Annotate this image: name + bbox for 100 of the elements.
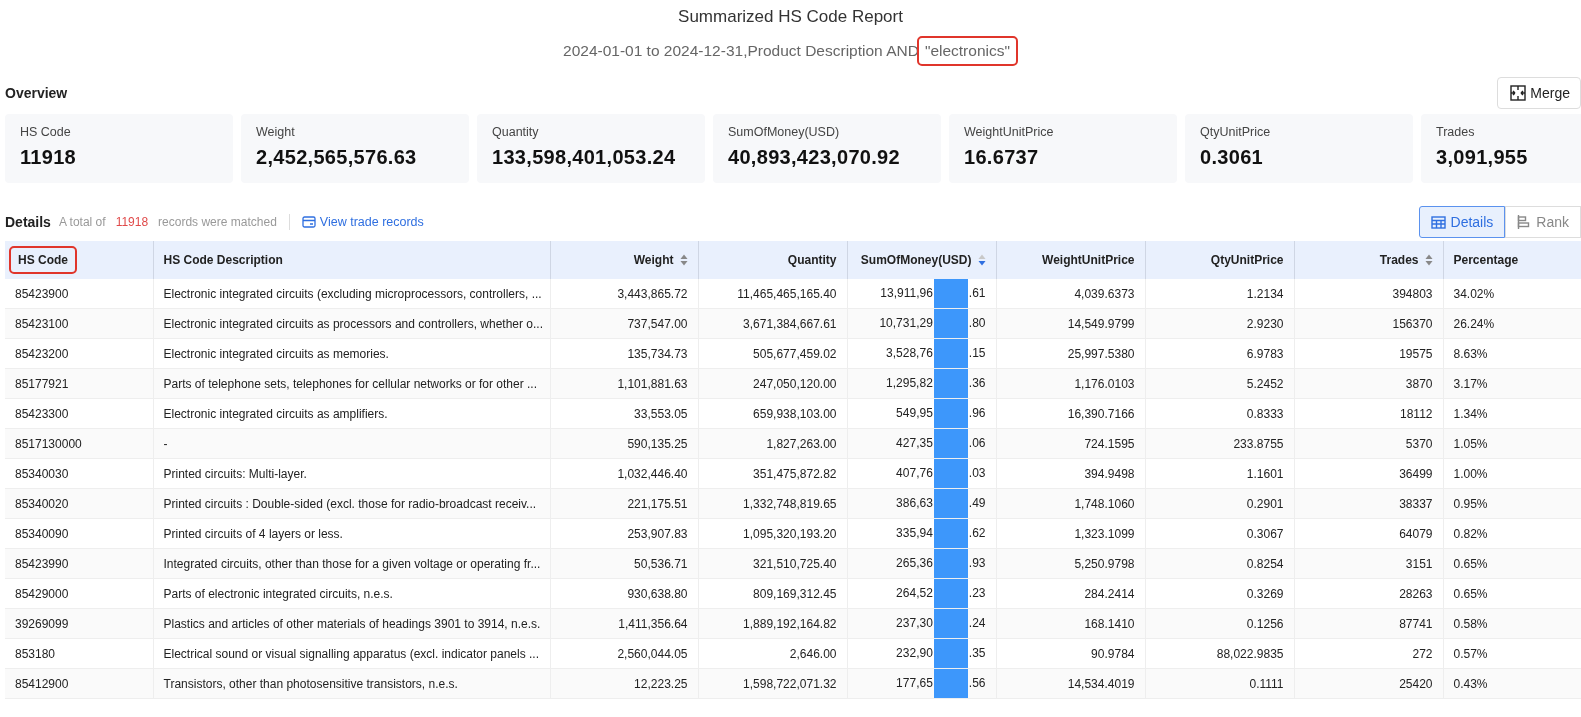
table-cell-text: .03 [968, 465, 986, 482]
stat-label: Weight [256, 125, 296, 139]
table-cell-text: .80 [968, 315, 986, 332]
table-cell: 28263 [1399, 586, 1433, 601]
table-cell-text: .06 [968, 435, 986, 452]
table-cell: 87741 [1399, 616, 1433, 631]
table-cell: 394803 [1392, 286, 1433, 301]
table-cell: 3,671,384,667.61 [743, 316, 837, 331]
table-cell: 0.8333 [1246, 406, 1284, 421]
record-count: 11918 [115, 215, 149, 229]
table-cell: 5370 [1405, 436, 1433, 451]
table-cell: 0.1111 [1249, 676, 1284, 691]
table-cell: 1,095,320,193.20 [743, 526, 837, 541]
table-cell-text: 265,36 [896, 555, 933, 572]
table-cell: Transistors, other than photosensitive transistors, n.e.s. [163, 676, 458, 691]
stat-label: Trades [1436, 125, 1476, 139]
table-cell: 659,938,103.00 [753, 406, 837, 421]
table-cell: 0.58% [1453, 616, 1488, 631]
table-cell-text: .61 [968, 285, 986, 302]
table-cell: 25420 [1399, 676, 1433, 691]
table-cell-text: 335,94 [896, 525, 933, 542]
table-cell: 0.57% [1453, 646, 1488, 661]
table-cell: Printed circuits of 4 layers or less. [163, 526, 343, 541]
table-cell: 1.2134 [1246, 286, 1284, 301]
table-cell-text: 1,295,82 [886, 375, 933, 392]
table-cell-text: .93 [968, 555, 986, 572]
table-cell: 930,638.80 [627, 586, 688, 601]
table-cell: 85177921 [15, 376, 69, 391]
table-cell: 19575 [1399, 346, 1433, 361]
merge-icon [1510, 85, 1527, 101]
table-cell: 590,135.25 [627, 436, 688, 451]
table-cell: 1.34% [1453, 406, 1488, 421]
table-cell: 6.9783 [1246, 346, 1284, 361]
table-cell: 85412900 [15, 676, 69, 691]
table-cell: 2,646.00 [789, 646, 837, 661]
column-header: QtyUnitPrice [1210, 253, 1284, 267]
table-cell: 1.05% [1453, 436, 1488, 451]
table-cell-text: 427,35 [896, 435, 933, 452]
table-cell-text: 13,911,96 [880, 285, 933, 302]
table-cell: 1,889,192,164.82 [743, 616, 837, 631]
redaction-bar [933, 579, 968, 608]
table-cell: 85423100 [15, 316, 69, 331]
table-cell: Integrated circuits, other than those for a given voltage or operating fr... [163, 556, 541, 571]
table-cell: 34.02% [1453, 286, 1495, 301]
table-cell: 50,536.71 [634, 556, 688, 571]
merge-button[interactable]: Merge [1497, 77, 1581, 109]
table-cell: 2,560,044.05 [617, 646, 688, 661]
table-cell-text: .15 [968, 345, 986, 362]
stat-value: 0.3061 [1200, 146, 1264, 169]
redaction-bar [933, 459, 968, 488]
stat-label: QtyUnitPrice [1200, 125, 1272, 139]
bar-chart-icon [1517, 215, 1532, 229]
table-cell: 0.82% [1453, 526, 1488, 541]
section-title: Details [5, 214, 51, 230]
redaction-bar [933, 489, 968, 518]
table-cell: Parts of telephone sets, telephones for cellular networks or for other ... [163, 376, 538, 391]
view-tab[interactable]: Rank [1505, 206, 1581, 238]
table-cell: 135,734.73 [627, 346, 688, 361]
table-cell-text: .24 [968, 615, 986, 632]
table-cell: 233.8755 [1233, 436, 1284, 451]
redaction-bar [933, 549, 968, 578]
column-header: HS Code Description [163, 253, 283, 267]
redaction-bar [933, 609, 968, 638]
table-cell-text: .36 [968, 375, 986, 392]
column-header[interactable]: Trades [1379, 253, 1433, 267]
redaction-bar [933, 339, 968, 368]
column-header: WeightUnitPrice [1042, 253, 1135, 267]
table-cell: 156370 [1392, 316, 1433, 331]
table-cell: 4,039.6373 [1074, 286, 1135, 301]
table-cell: 2.9230 [1246, 316, 1284, 331]
redaction-bar [933, 309, 968, 338]
table-cell-text: .56 [968, 675, 986, 692]
table-cell: 85340030 [15, 466, 69, 481]
table-cell-text: .23 [968, 585, 986, 602]
stat-value: 40,893,423,070.92 [728, 146, 901, 169]
redaction-bar [933, 519, 968, 548]
table-cell: 14,549.9799 [1067, 316, 1135, 331]
table-cell: 505,677,459.02 [753, 346, 837, 361]
stat-label: WeightUnitPrice [964, 125, 1055, 139]
table-cell: Electronic integrated circuits (excluding microprocessors, controllers, ... [163, 286, 542, 301]
table-cell: Printed circuits : Double-sided (excl. those for radio-broadcast receiv... [163, 496, 537, 511]
table-cell: 351,475,872.82 [753, 466, 837, 481]
table-cell: 1,323.1099 [1074, 526, 1135, 541]
table-cell: 85423990 [15, 556, 69, 571]
table-cell: 0.95% [1453, 496, 1488, 511]
table-cell: 25,997.5380 [1067, 346, 1135, 361]
table-cell: 26.24% [1453, 316, 1495, 331]
view-trade-records-link[interactable]: View trade records [301, 215, 424, 229]
table-cell: 853180 [15, 646, 56, 661]
column-header[interactable]: Weight [633, 253, 688, 267]
table-cell: 16,390.7166 [1067, 406, 1135, 421]
table-cell: 0.1256 [1246, 616, 1284, 631]
table-cell: 11,465,465,165.40 [737, 286, 837, 301]
table-cell: 3,443,865.72 [617, 286, 688, 301]
table-cell: Electronic integrated circuits as processors and controllers, whether o... [163, 316, 543, 331]
table-cell: Electronic integrated circuits as amplifiers. [163, 406, 388, 421]
highlighted-keyword: "electronics" [916, 36, 1018, 66]
total-text: records were matched [158, 215, 277, 229]
view-tab[interactable]: Details [1418, 206, 1506, 238]
highlighted-column-header: HS Code [9, 246, 77, 274]
